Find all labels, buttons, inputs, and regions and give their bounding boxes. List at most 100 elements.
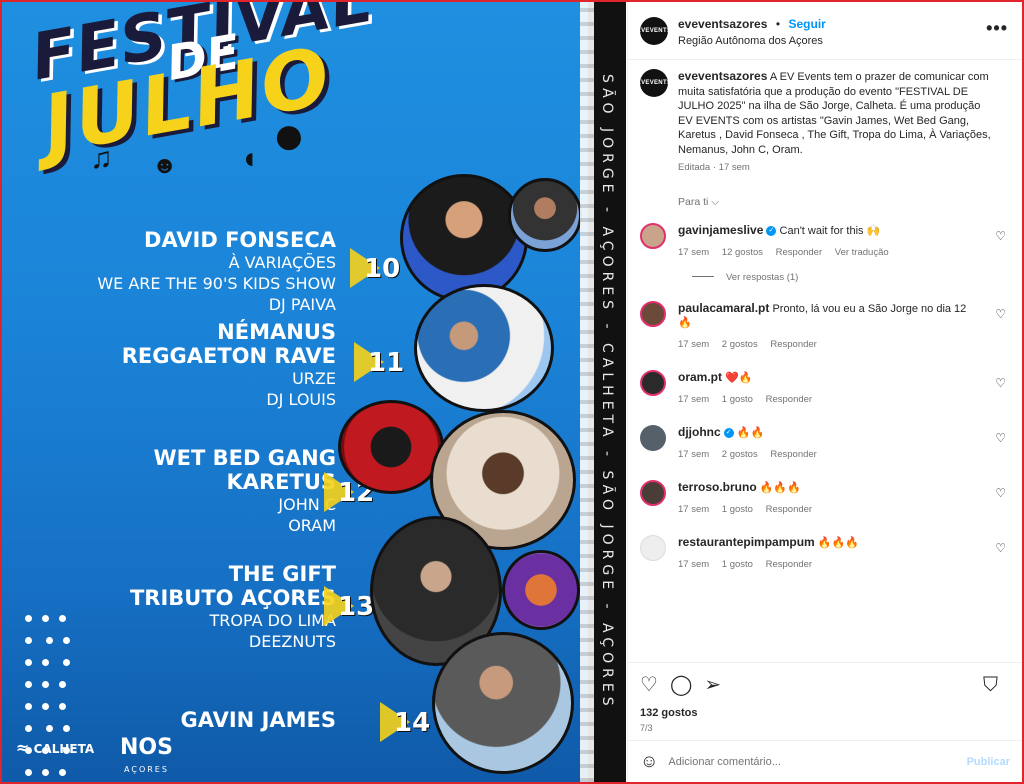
emoji-icon[interactable]: ☺	[640, 751, 658, 772]
vinyl-record-icon: ●	[272, 103, 306, 166]
artist-photo-wet-bed-gang	[338, 400, 444, 494]
artist-photo-david-fonseca	[400, 174, 528, 302]
lineup-artist: DJ LOUIS	[266, 390, 336, 409]
more-options-icon[interactable]: •••	[986, 18, 1008, 39]
lineup-headliner: TRIBUTO AÇORES	[129, 586, 336, 610]
lineup-artist: URZE	[292, 369, 336, 388]
page-indicator: 7/3	[640, 723, 653, 733]
comment-likes[interactable]: 2 gostos	[722, 449, 758, 460]
comment-item: paulacamaral.pt Pronto, lá vou eu a São …	[640, 300, 1010, 352]
artist-photo-gavin-james	[432, 632, 574, 774]
day-number-14: 14	[380, 702, 430, 746]
artist-photo-variacoes	[508, 178, 582, 252]
lineup-artist: DJ PAIVA	[268, 295, 336, 314]
comment-input[interactable]	[668, 755, 967, 768]
post-actions: ♡ ◯ ➢ ⛉ 132 gostos 7/3	[628, 662, 1022, 743]
reply-button[interactable]: Responder	[770, 449, 816, 460]
comment-text: 🔥🔥🔥	[817, 536, 859, 549]
avatar[interactable]: EVEVENTS	[637, 16, 671, 45]
lineup-headliner: REGGAETON RAVE	[121, 344, 336, 368]
reply-button[interactable]: Responder	[776, 247, 822, 258]
likes-count[interactable]: 132 gostos	[640, 707, 1010, 719]
lineup-artist: JOHN C	[278, 495, 336, 514]
comment-text: ❤️🔥	[725, 371, 753, 384]
view-replies-button[interactable]: Ver respostas (1)	[692, 272, 1010, 283]
comment-text: 🔥🔥🔥	[759, 481, 801, 494]
shell-icon: ◖	[240, 142, 259, 175]
comment-item: terroso.bruno 🔥🔥🔥 17 sem 1 gosto Respond…	[640, 479, 1010, 517]
lineup-headliner: KARETUS	[226, 470, 336, 494]
side-strip: SÃO JORGE - AÇORES - CALHETA - SÃO JORGE…	[580, 2, 626, 782]
avatar[interactable]	[640, 222, 666, 249]
lineup-artist: DEEZNUTS	[248, 632, 336, 651]
comment-item: djjohnc ✓ 🔥🔥 17 sem 2 gostos Responder ♡	[640, 424, 1010, 462]
reply-button[interactable]: Responder	[770, 339, 816, 350]
avatar[interactable]	[640, 479, 666, 506]
heart-icon[interactable]: ♡	[995, 229, 1006, 243]
lineup-artist: WE ARE THE 90'S KIDS SHOW	[97, 274, 336, 293]
like-heart-icon[interactable]: ♡	[640, 675, 658, 695]
bookmark-icon[interactable]: ⛉	[983, 675, 998, 695]
caption-text: A EV Events tem o prazer de comunicar co…	[678, 71, 991, 156]
separator: •	[775, 16, 781, 31]
lineup-artist: TROPA DO LIMA	[209, 611, 336, 630]
comment-item: oram.pt ❤️🔥 17 sem 1 gosto Responder ♡	[640, 369, 1010, 407]
comment-time: 17 sem	[678, 503, 710, 515]
comment-username[interactable]: paulacamaral.pt	[678, 301, 769, 315]
share-icon[interactable]: ➢	[704, 675, 721, 695]
comment-likes[interactable]: 12 gostos	[722, 247, 763, 258]
add-comment-bar: ☺ Publicar	[628, 740, 1022, 782]
day-number-11: 11	[354, 342, 404, 386]
caption-username[interactable]: eveventsazores	[678, 69, 767, 83]
nos-acores-logo: NOS AÇORES	[120, 735, 173, 775]
avatar[interactable]	[640, 424, 666, 451]
heart-icon[interactable]: ♡	[995, 486, 1006, 500]
comment-likes[interactable]: 1 gosto	[722, 559, 753, 570]
heart-icon[interactable]: ♡	[995, 541, 1006, 555]
avatar[interactable]: EVEVENTS	[637, 69, 671, 97]
lineup-headliner: GAVIN JAMES	[180, 708, 336, 732]
heart-icon[interactable]: ♡	[995, 431, 1006, 445]
follow-button[interactable]: Seguir	[789, 17, 826, 31]
comment-likes[interactable]: 1 gosto	[722, 394, 753, 405]
comment-time: 17 sem	[678, 338, 710, 350]
comment-likes[interactable]: 2 gostos	[722, 339, 758, 350]
day-number-13: 13	[324, 586, 374, 630]
post-comment-button[interactable]: Publicar	[967, 756, 1010, 768]
lineup-artist: À VARIAÇÕES	[228, 253, 336, 272]
post-image[interactable]: FESTIVAL DE JULHO ♫ ☻ ◖ ● DAVID FONSECA …	[2, 2, 626, 782]
caption-time: Editada · 17 sem	[678, 162, 750, 173]
comment-text: Can't wait for this 🙌	[779, 224, 881, 237]
post-panel: EVEVENTS eveventsazores • Seguir Região …	[627, 2, 1022, 782]
lineup-day-14: GAVIN JAMES	[181, 708, 336, 732]
comments-section[interactable]: EVEVENTS eveventsazores A EV Events tem …	[628, 61, 1022, 661]
reply-button[interactable]: Responder	[766, 394, 812, 405]
comment-time: 17 sem	[678, 448, 710, 460]
username-link[interactable]: eveventsazores	[678, 17, 767, 31]
theatre-masks-icon: ☻	[152, 152, 178, 179]
avatar[interactable]	[640, 300, 666, 327]
reply-button[interactable]: Responder	[766, 504, 812, 515]
comment-username[interactable]: gavinjameslive	[678, 223, 763, 237]
for-you-filter[interactable]: Para ti ⌵	[678, 196, 1010, 209]
reply-button[interactable]: Responder	[766, 559, 812, 570]
comment-item: gavinjameslive ✓ Can't wait for this 🙌 1…	[640, 222, 1010, 260]
lineup-headliner: WET BED GANG	[153, 446, 336, 470]
translate-button[interactable]: Ver tradução	[835, 247, 889, 258]
comment-text: 🔥🔥	[736, 426, 765, 439]
comment-username[interactable]: oram.pt	[678, 370, 722, 384]
comment-username[interactable]: djjohnc	[678, 425, 721, 439]
comment-username[interactable]: terroso.bruno	[678, 480, 757, 494]
comment-time: 17 sem	[678, 558, 710, 570]
comment-likes[interactable]: 1 gosto	[722, 504, 753, 515]
heart-icon[interactable]: ♡	[995, 376, 1006, 390]
avatar[interactable]	[640, 534, 666, 561]
comment-icon[interactable]: ◯	[670, 675, 692, 695]
heart-icon[interactable]: ♡	[995, 307, 1006, 321]
lineup-day-13: THE GIFT TRIBUTO AÇORES TROPA DO LIMA DE…	[130, 562, 336, 652]
comment-item: restaurantepimpampum 🔥🔥🔥 17 sem 1 gosto …	[640, 534, 1010, 572]
location-link[interactable]: Região Autônoma dos Açores	[678, 35, 826, 47]
avatar[interactable]	[640, 369, 666, 396]
comment-username[interactable]: restaurantepimpampum	[678, 535, 815, 549]
lineup-day-11: NÉMANUS REGGAETON RAVE URZE DJ LOUIS	[122, 320, 336, 410]
